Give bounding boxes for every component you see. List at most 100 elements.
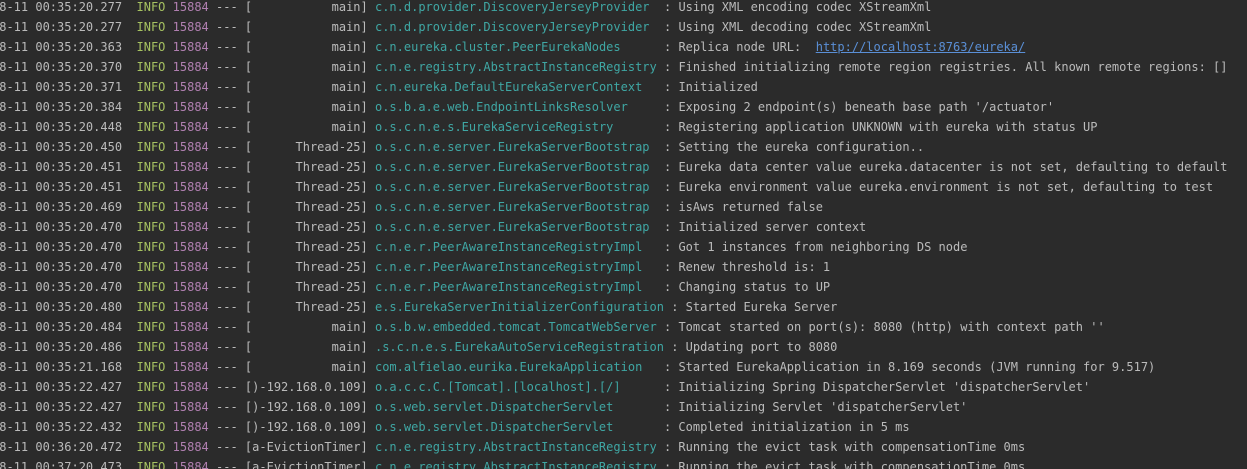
log-timestamp: 08-11 00:35:21.168 <box>0 360 123 374</box>
log-line: 08-11 00:35:20.384 INFO 15884 --- [ main… <box>0 97 1228 117</box>
log-pid: 15884 <box>172 60 209 74</box>
log-level: INFO <box>136 300 166 314</box>
log-logger: o.s.c.n.e.server.EurekaServerBootstrap <box>374 180 650 194</box>
log-level: INFO <box>136 340 166 354</box>
log-level: INFO <box>136 220 166 234</box>
log-line: 08-11 00:35:20.480 INFO 15884 --- [ Thre… <box>0 297 1228 317</box>
log-pid: 15884 <box>172 100 209 114</box>
log-message: Initializing Spring DispatcherServlet 'd… <box>678 380 1091 394</box>
log-line: 08-11 00:35:20.470 INFO 15884 --- [ Thre… <box>0 217 1228 237</box>
log-message: Registering application UNKNOWN with eur… <box>678 120 1098 134</box>
log-pid: 15884 <box>172 200 209 214</box>
log-separator: --- <box>216 260 238 274</box>
log-timestamp: 08-11 00:35:20.370 <box>0 60 123 74</box>
log-level: INFO <box>136 80 166 94</box>
log-line: 08-11 00:37:20.473 INFO 15884 --- [a-Evi… <box>0 457 1228 469</box>
log-logger: com.alfielao.eurika.EurekaApplication <box>374 360 643 374</box>
log-separator: --- <box>216 180 238 194</box>
log-timestamp: 08-11 00:35:20.384 <box>0 100 123 114</box>
log-level: INFO <box>136 20 166 34</box>
log-level: INFO <box>136 140 166 154</box>
log-level: INFO <box>136 120 166 134</box>
log-message: Running the evict task with compensation… <box>678 440 1026 454</box>
log-message: Started EurekaApplication in 8.169 secon… <box>678 360 1156 374</box>
log-pid: 15884 <box>172 400 209 414</box>
log-message: Completed initialization in 5 ms <box>678 420 910 434</box>
log-logger: c.n.e.registry.AbstractInstanceRegistry <box>374 460 657 469</box>
log-separator: --- <box>216 140 238 154</box>
log-logger: e.s.EurekaServerInitializerConfiguration <box>374 300 664 314</box>
log-pid: 15884 <box>172 240 209 254</box>
log-pid: 15884 <box>172 300 209 314</box>
log-level: INFO <box>136 360 166 374</box>
log-line: 08-11 00:35:21.168 INFO 15884 --- [ main… <box>0 357 1228 377</box>
log-thread: Thread-25 <box>295 260 361 274</box>
log-timestamp: 08-11 00:35:22.427 <box>0 400 123 414</box>
log-thread: a-EvictionTimer <box>252 440 361 454</box>
log-thread: main <box>331 20 361 34</box>
console-output-panel[interactable]: 08-11 00:35:20.277 INFO 15884 --- [ main… <box>0 0 1247 469</box>
log-level: INFO <box>136 280 166 294</box>
log-separator: --- <box>216 340 238 354</box>
log-thread: main <box>331 100 361 114</box>
log-line: 08-11 00:35:20.363 INFO 15884 --- [ main… <box>0 37 1228 57</box>
log-pid: 15884 <box>172 20 209 34</box>
log-timestamp: 08-11 00:35:20.451 <box>0 160 123 174</box>
log-separator: --- <box>216 360 238 374</box>
log-url-link[interactable]: http://localhost:8763/eureka/ <box>816 40 1026 54</box>
log-separator: --- <box>216 320 238 334</box>
log-level: INFO <box>136 240 166 254</box>
log-line: 08-11 00:35:20.486 INFO 15884 --- [ main… <box>0 337 1228 357</box>
log-separator: --- <box>216 0 238 14</box>
log-level: INFO <box>136 0 166 14</box>
log-line: 08-11 00:35:20.277 INFO 15884 --- [ main… <box>0 17 1228 37</box>
log-timestamp: 08-11 00:35:20.470 <box>0 260 123 274</box>
log-pid: 15884 <box>172 460 209 469</box>
log-thread: Thread-25 <box>295 200 361 214</box>
log-message: Finished initializing remote region regi… <box>678 60 1228 74</box>
log-line: 08-11 00:35:20.451 INFO 15884 --- [ Thre… <box>0 157 1228 177</box>
log-logger: c.n.e.r.PeerAwareInstanceRegistryImpl <box>374 260 643 274</box>
log-separator: --- <box>216 40 238 54</box>
log-line: 08-11 00:35:20.469 INFO 15884 --- [ Thre… <box>0 197 1228 217</box>
log-timestamp: 08-11 00:35:22.432 <box>0 420 123 434</box>
log-separator: --- <box>216 420 238 434</box>
log-timestamp: 08-11 00:35:20.448 <box>0 120 123 134</box>
log-thread: Thread-25 <box>295 160 361 174</box>
log-pid: 15884 <box>172 360 209 374</box>
log-line: 08-11 00:35:20.470 INFO 15884 --- [ Thre… <box>0 257 1228 277</box>
log-logger: c.n.e.r.PeerAwareInstanceRegistryImpl <box>374 280 643 294</box>
log-message: Initialized server context <box>678 220 867 234</box>
log-line: 08-11 00:35:20.451 INFO 15884 --- [ Thre… <box>0 177 1228 197</box>
log-level: INFO <box>136 320 166 334</box>
log-logger: o.s.web.servlet.DispatcherServlet <box>374 400 614 414</box>
log-timestamp: 08-11 00:37:20.473 <box>0 460 123 469</box>
log-pid: 15884 <box>172 340 209 354</box>
log-level: INFO <box>136 180 166 194</box>
log-logger: c.n.d.provider.DiscoveryJerseyProvider <box>374 0 650 14</box>
log-thread: main <box>331 360 361 374</box>
log-pid: 15884 <box>172 80 209 94</box>
log-pid: 15884 <box>172 260 209 274</box>
log-separator: --- <box>216 240 238 254</box>
log-logger: c.n.eureka.DefaultEurekaServerContext <box>374 80 643 94</box>
log-separator: --- <box>216 220 238 234</box>
log-timestamp: 08-11 00:35:20.470 <box>0 240 123 254</box>
log-thread: Thread-25 <box>295 180 361 194</box>
log-level: INFO <box>136 420 166 434</box>
log-message: Tomcat started on port(s): 8080 (http) w… <box>678 320 1105 334</box>
log-timestamp: 08-11 00:35:20.484 <box>0 320 123 334</box>
log-line: 08-11 00:35:20.450 INFO 15884 --- [ Thre… <box>0 137 1228 157</box>
log-pid: 15884 <box>172 380 209 394</box>
log-line: 08-11 00:35:20.277 INFO 15884 --- [ main… <box>0 0 1228 17</box>
log-separator: --- <box>216 100 238 114</box>
log-logger: o.s.c.n.e.server.EurekaServerBootstrap <box>374 140 650 154</box>
log-logger: o.s.web.servlet.DispatcherServlet <box>374 420 614 434</box>
log-logger: o.a.c.c.C.[Tomcat].[localhost].[/] <box>374 380 621 394</box>
log-thread: main <box>331 40 361 54</box>
log-timestamp: 08-11 00:35:20.469 <box>0 200 123 214</box>
log-thread: Thread-25 <box>295 240 361 254</box>
log-message: Got 1 instances from neighboring DS node <box>678 240 968 254</box>
log-level: INFO <box>136 380 166 394</box>
log-logger: c.n.e.r.PeerAwareInstanceRegistryImpl <box>374 240 643 254</box>
